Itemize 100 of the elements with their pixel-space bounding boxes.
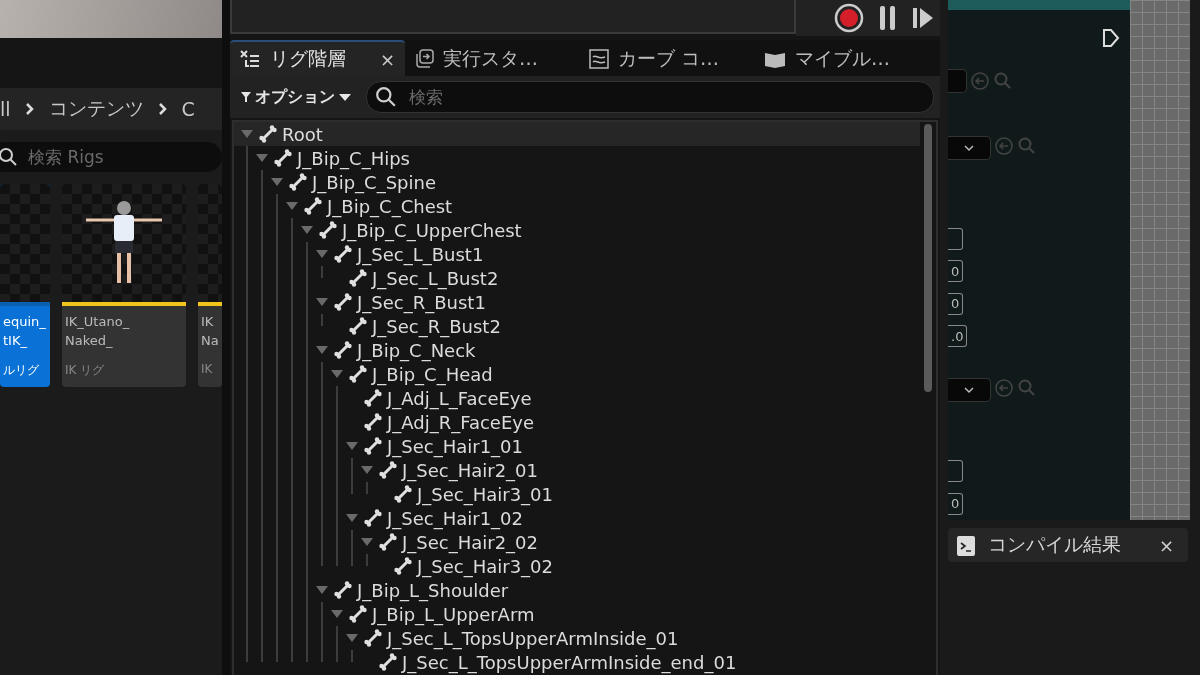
close-button[interactable]: × bbox=[379, 48, 395, 70]
tree-row[interactable]: J_Sec_L_TopsUpperArmInside_end_01 bbox=[234, 650, 920, 674]
number-field[interactable]: 0 bbox=[948, 292, 964, 315]
asset-type: ルリグ bbox=[2, 362, 40, 379]
tree-row[interactable]: J_Bip_C_Spine bbox=[234, 170, 920, 194]
expand-arrow-icon[interactable] bbox=[315, 249, 329, 259]
breadcrumb-item[interactable]: ll bbox=[0, 98, 11, 120]
bone-name: Root bbox=[282, 123, 323, 145]
bone-icon bbox=[363, 388, 383, 408]
scrollbar-thumb[interactable] bbox=[924, 124, 932, 392]
panel-tab[interactable]: 実行スタ… bbox=[405, 40, 580, 76]
tree-row[interactable]: J_Sec_L_Bust1 bbox=[234, 242, 920, 266]
asset-card[interactable]: IK_Utano_ Naked_ IK リグ bbox=[62, 184, 186, 387]
tree-row[interactable]: J_Bip_C_Neck bbox=[234, 338, 920, 362]
tree-row[interactable]: J_Sec_Hair1_01 bbox=[234, 434, 920, 458]
dropdown[interactable] bbox=[948, 378, 991, 403]
panel-tab[interactable]: リグ階層 × bbox=[230, 40, 405, 76]
bone-icon bbox=[378, 532, 398, 552]
tab-label: コンパイル結果 bbox=[988, 532, 1121, 557]
asset-card[interactable]: IK Na IK bbox=[198, 184, 222, 387]
tab-label: マイブル… bbox=[795, 46, 890, 71]
expand-arrow-icon[interactable] bbox=[240, 129, 254, 139]
asset-card[interactable]: equin_ tIK_ ルリグ bbox=[0, 184, 50, 387]
expand-arrow-icon[interactable] bbox=[345, 633, 359, 643]
expand-arrow-icon[interactable] bbox=[345, 513, 359, 523]
tree-row[interactable]: J_Sec_L_TopsUpperArmInside_01 bbox=[234, 626, 920, 650]
expand-arrow-icon[interactable] bbox=[345, 441, 359, 451]
expand-arrow-icon[interactable] bbox=[360, 537, 374, 547]
tree-row[interactable]: J_Adj_L_FaceEye bbox=[234, 386, 920, 410]
tree-row[interactable]: J_Adj_R_FaceEye bbox=[234, 410, 920, 434]
number-field[interactable]: .0 bbox=[948, 325, 968, 348]
tree-row[interactable]: Root bbox=[234, 122, 920, 146]
bone-icon bbox=[393, 484, 413, 504]
expand-arrow-icon[interactable] bbox=[300, 225, 314, 235]
expand-arrow-icon[interactable] bbox=[330, 369, 344, 379]
tab-label: 実行スタ… bbox=[443, 46, 538, 71]
tree-row[interactable]: J_Sec_Hair3_01 bbox=[234, 482, 920, 506]
expand-arrow-icon[interactable] bbox=[255, 153, 269, 163]
tree-row[interactable]: J_Bip_L_UpperArm bbox=[234, 602, 920, 626]
tree-row[interactable]: J_Sec_R_Bust1 bbox=[234, 290, 920, 314]
breadcrumb-item[interactable]: コンテンツ bbox=[48, 96, 144, 122]
console-icon bbox=[956, 533, 976, 557]
tree-row[interactable]: J_Sec_L_Bust2 bbox=[234, 266, 920, 290]
object-field[interactable] bbox=[948, 69, 967, 94]
panel-tab[interactable]: カーブ コ… bbox=[580, 40, 755, 76]
bone-icon bbox=[258, 124, 278, 144]
expand-arrow-icon[interactable] bbox=[315, 585, 329, 595]
number-field[interactable] bbox=[948, 460, 963, 483]
search-icon bbox=[375, 86, 397, 108]
bone-icon bbox=[318, 220, 338, 240]
number-field[interactable] bbox=[948, 227, 963, 250]
bone-icon bbox=[333, 580, 353, 600]
bone-name: J_Bip_C_Hips bbox=[297, 147, 410, 169]
bone-name: J_Bip_C_UpperChest bbox=[342, 219, 522, 241]
tree-row[interactable]: J_Bip_C_Head bbox=[234, 362, 920, 386]
expand-arrow-icon[interactable] bbox=[330, 609, 344, 619]
number-field[interactable]: 0 bbox=[948, 260, 964, 283]
chevron-down-icon bbox=[963, 386, 975, 395]
expand-arrow-icon[interactable] bbox=[315, 345, 329, 355]
breadcrumb-item[interactable]: C bbox=[181, 98, 195, 120]
expand-arrow-icon[interactable] bbox=[360, 465, 374, 475]
search-icon bbox=[0, 147, 18, 167]
filter-icon bbox=[240, 91, 252, 103]
search-field[interactable]: 検索 bbox=[366, 81, 934, 113]
search-input[interactable]: 検索 Rigs bbox=[26, 146, 180, 168]
bone-icon bbox=[393, 556, 413, 576]
tree-row[interactable]: J_Sec_Hair1_02 bbox=[234, 506, 920, 530]
search-input[interactable]: 検索 bbox=[407, 86, 711, 108]
expand-arrow-icon[interactable] bbox=[315, 297, 329, 307]
play-arrow-icon bbox=[1102, 28, 1120, 49]
play-step-icon[interactable] bbox=[912, 6, 934, 30]
bone-icon bbox=[378, 460, 398, 480]
caret-icon bbox=[338, 92, 352, 102]
number-field[interactable]: 0 bbox=[948, 492, 964, 515]
chevron-right-icon bbox=[157, 102, 168, 116]
bone-name: J_Sec_L_TopsUpperArmInside_end_01 bbox=[402, 651, 737, 673]
tree-row[interactable]: J_Sec_Hair3_02 bbox=[234, 554, 920, 578]
expand-arrow-icon[interactable] bbox=[285, 201, 299, 211]
tree-row[interactable]: J_Bip_L_Shoulder bbox=[234, 578, 920, 602]
record-icon[interactable] bbox=[834, 3, 864, 33]
asset-name: IK_Utano_ Naked_ bbox=[64, 313, 131, 350]
tree-row[interactable]: J_Sec_Hair2_02 bbox=[234, 530, 920, 554]
tree-row[interactable]: J_Sec_Hair2_01 bbox=[234, 458, 920, 482]
panel-tab[interactable]: マイブル… bbox=[755, 40, 940, 76]
tree-row[interactable]: J_Bip_C_Hips bbox=[234, 146, 920, 170]
pause-icon[interactable] bbox=[878, 5, 898, 31]
search-field[interactable]: 検索 Rigs bbox=[0, 142, 222, 172]
asset-type: IK bbox=[200, 361, 214, 376]
tree-row[interactable]: J_Bip_C_UpperChest bbox=[234, 218, 920, 242]
tab-label: カーブ コ… bbox=[618, 46, 720, 71]
tree-row[interactable]: J_Bip_C_Chest bbox=[234, 194, 920, 218]
panel-tab[interactable]: コンパイル結果 × bbox=[948, 528, 1188, 562]
bone-name: J_Sec_Hair1_02 bbox=[387, 507, 524, 529]
tree-row[interactable]: J_Sec_R_Bust2 bbox=[234, 314, 920, 338]
bone-name: J_Adj_R_FaceEye bbox=[387, 411, 535, 433]
chevron-right-icon bbox=[24, 102, 35, 116]
expand-arrow-icon[interactable] bbox=[270, 177, 284, 187]
dropdown[interactable] bbox=[948, 136, 991, 161]
options-button[interactable]: オプション bbox=[240, 86, 352, 108]
close-button[interactable]: × bbox=[1158, 534, 1174, 556]
